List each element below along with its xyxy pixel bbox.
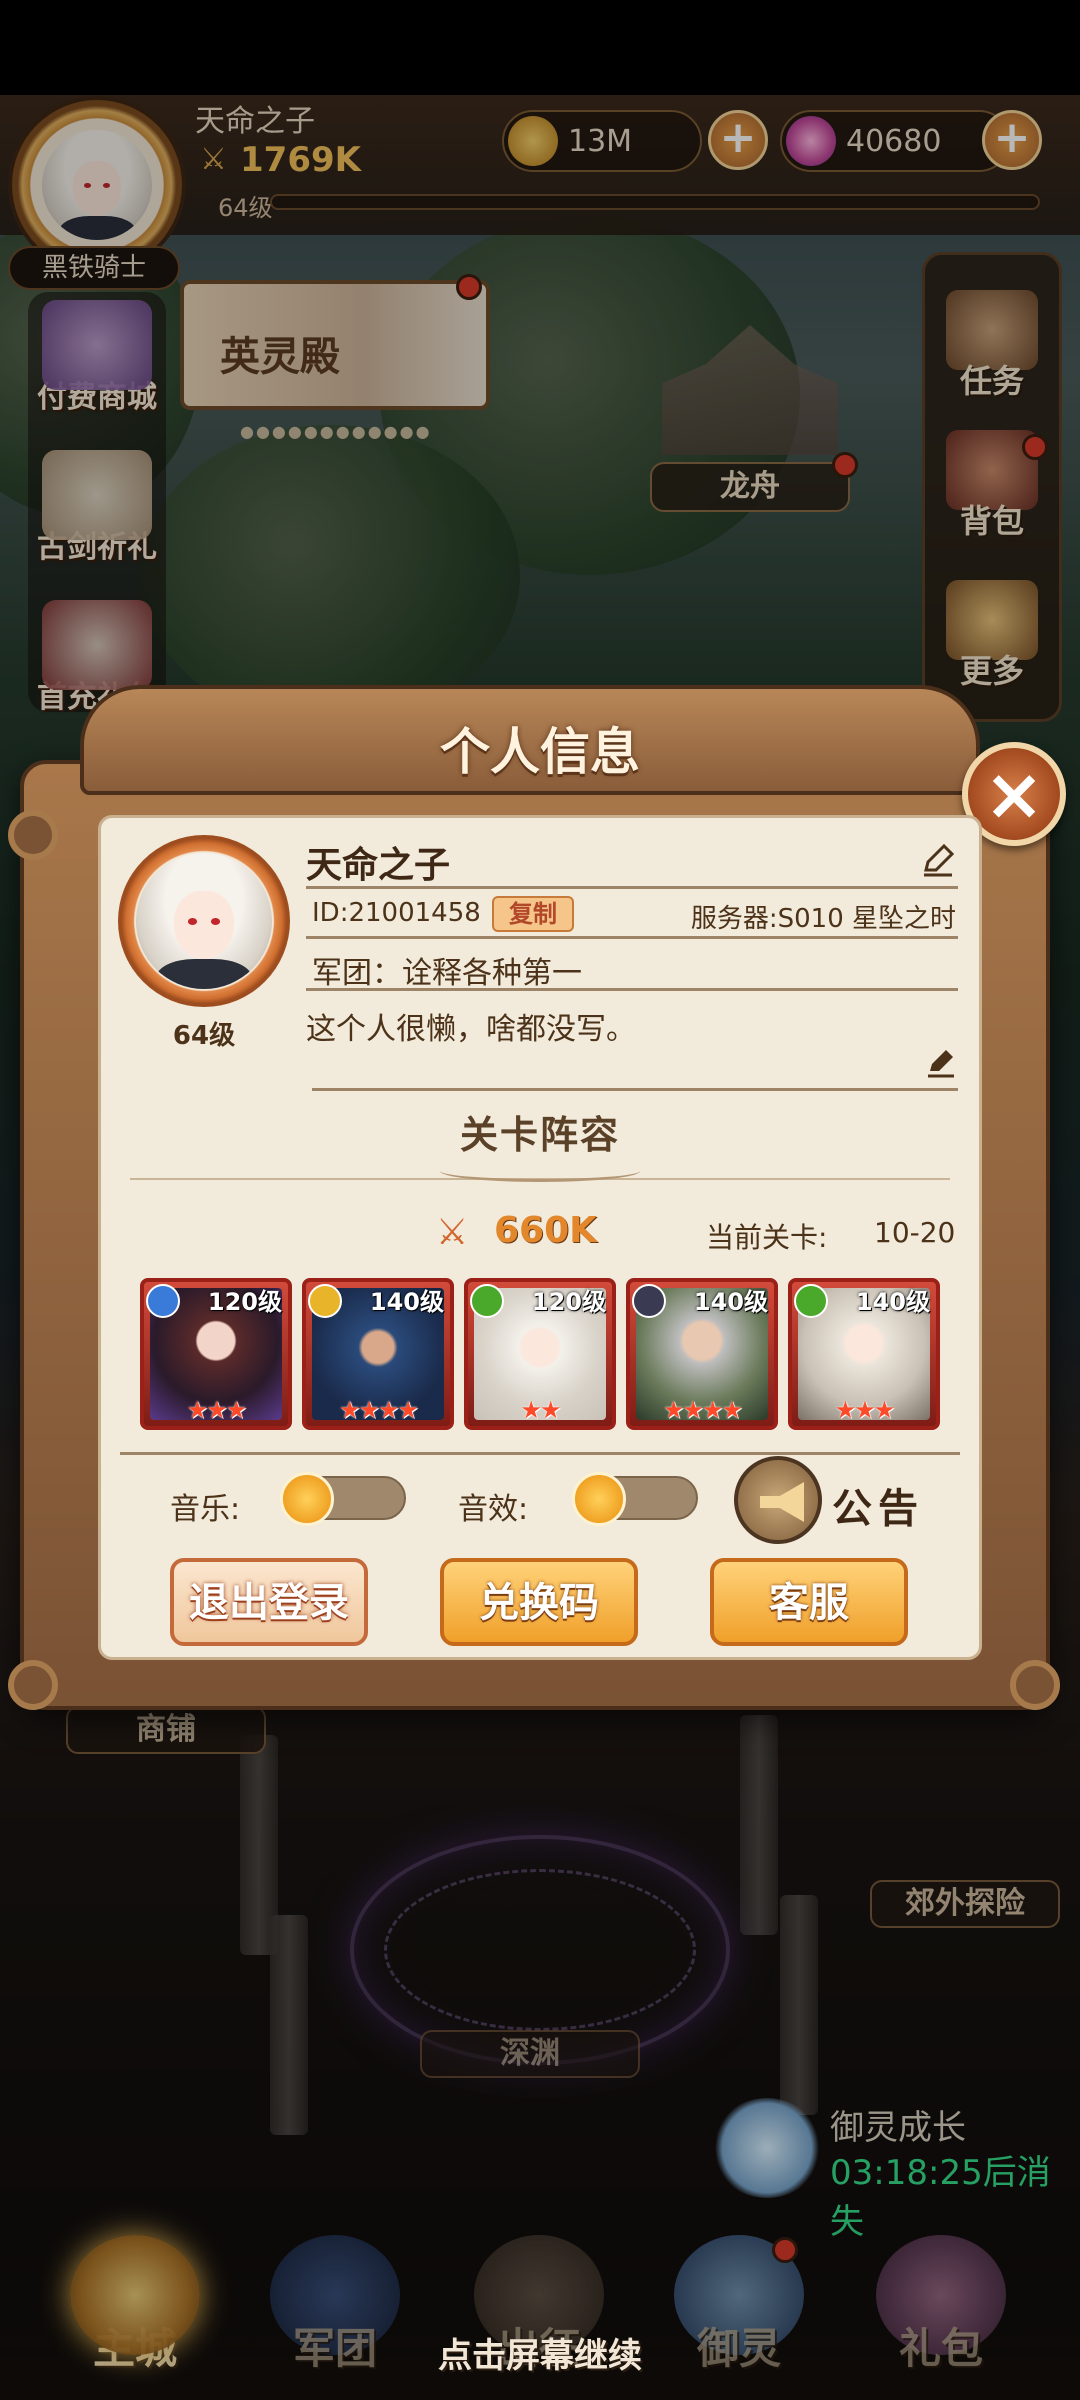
signature-text: 这个人很懒，啥都没写。 <box>306 1012 636 1047</box>
customer-service-button[interactable]: 客服 <box>710 1558 908 1646</box>
corner-ornament <box>8 810 58 860</box>
toggle-knob <box>572 1472 626 1526</box>
music-toggle[interactable] <box>280 1472 406 1526</box>
profile-level: 64级 <box>172 1021 236 1051</box>
hero-card[interactable]: 120级 ★★★ <box>140 1278 292 1430</box>
sound-label: 音效: <box>458 1492 529 1527</box>
close-icon: × <box>983 752 1045 836</box>
edit-signature-icon[interactable] <box>924 1045 958 1079</box>
megaphone-icon <box>760 1482 804 1522</box>
dark-element-icon <box>632 1284 666 1318</box>
current-stage-value: 10-20 <box>874 1216 956 1249</box>
server-info: 服务器:S010 星坠之时 <box>690 904 956 934</box>
profile-name: 天命之子 <box>306 845 451 886</box>
light-element-icon <box>308 1284 342 1318</box>
current-stage-label: 当前关卡: <box>706 1221 828 1254</box>
announcement-button[interactable] <box>734 1456 822 1544</box>
star-rating: ★★★★ <box>338 1396 419 1424</box>
profile-avatar[interactable] <box>118 835 290 1007</box>
dialog-title: 个人信息 <box>440 723 640 781</box>
divider <box>306 886 958 889</box>
star-rating: ★★★ <box>834 1396 896 1424</box>
star-rating: ★★★ <box>186 1396 248 1424</box>
sound-toggle[interactable] <box>572 1472 698 1526</box>
toggle-knob <box>280 1472 334 1526</box>
title-ornament <box>440 1160 640 1182</box>
star-rating: ★★ <box>520 1396 561 1424</box>
wind-element-icon <box>470 1284 504 1318</box>
crossed-swords-icon: ⚔ <box>436 1212 469 1253</box>
hero-card[interactable]: 140级 ★★★ <box>788 1278 940 1430</box>
divider <box>306 936 958 939</box>
corner-ornament <box>8 1660 58 1710</box>
wind-element-icon <box>794 1284 828 1318</box>
star-rating: ★★★★ <box>662 1396 743 1424</box>
player-id: ID:21001458 <box>312 898 481 928</box>
divider <box>120 1452 960 1455</box>
lineup-power: 660K <box>494 1210 598 1251</box>
water-element-icon <box>146 1284 180 1318</box>
redeem-code-button[interactable]: 兑换码 <box>440 1558 638 1646</box>
hero-card[interactable]: 140级 ★★★★ <box>626 1278 778 1430</box>
guild-info: 军团：诠释各种第一 <box>312 956 582 991</box>
copy-id-button[interactable]: 复制 <box>492 896 574 932</box>
corner-ornament <box>1010 1660 1060 1710</box>
edit-name-icon[interactable] <box>918 840 958 880</box>
logout-button[interactable]: 退出登录 <box>170 1558 368 1646</box>
divider <box>306 988 958 991</box>
lineup-title: 关卡阵容 <box>459 1113 620 1157</box>
music-label: 音乐: <box>170 1492 241 1527</box>
hero-card[interactable]: 120级 ★★ <box>464 1278 616 1430</box>
hero-card[interactable]: 140级 ★★★★ <box>302 1278 454 1430</box>
tap-to-continue-hint: 点击屏幕继续 <box>438 2336 642 2376</box>
divider <box>312 1088 958 1091</box>
announcement-label[interactable]: 公告 <box>832 1476 924 1534</box>
